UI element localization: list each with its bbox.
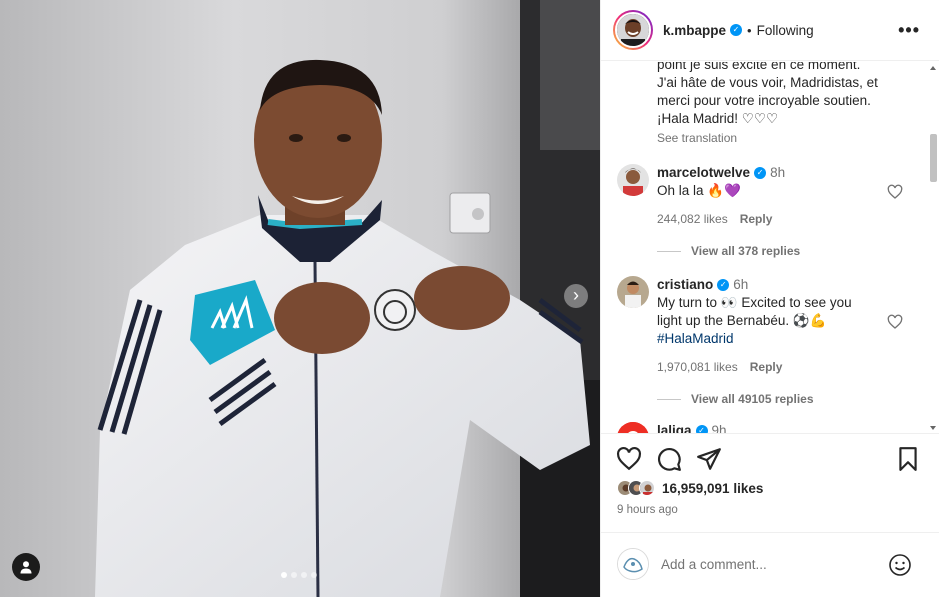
reply-divider [657, 250, 681, 252]
comment-text: My turn to 👀 Excited to see you [657, 295, 852, 310]
comment-meta: 244,082 likes Reply [657, 210, 887, 228]
comment-username[interactable]: marcelotwelve [657, 165, 750, 180]
carousel-indicator [281, 572, 317, 578]
post-timestamp[interactable]: 9 hours ago [617, 504, 678, 516]
view-replies-label: View all 378 replies [691, 244, 801, 258]
caption-line: ¡Hala Madrid! ♡♡♡ [657, 111, 779, 126]
comment-like-heart-icon[interactable] [887, 314, 903, 330]
comments-scrollbar[interactable] [928, 62, 938, 433]
hashtag-link[interactable]: #HalaMadrid [657, 330, 887, 348]
comment-username[interactable]: laliga [657, 423, 692, 433]
comment-text: light up the Bernabéu. ⚽💪 [657, 313, 827, 328]
view-replies-button[interactable]: View all 49105 replies [657, 392, 814, 406]
caption-line: J'ai hâte de vous voir, Madridistas, et [657, 75, 878, 90]
tagged-users-button[interactable] [12, 553, 40, 581]
next-image-button[interactable]: › [564, 284, 588, 308]
more-options-button[interactable]: ••• [898, 20, 920, 41]
comment-time[interactable]: 9h [712, 423, 727, 433]
commenter-avatar[interactable] [617, 164, 649, 196]
scroll-down-arrow-icon[interactable] [930, 426, 936, 430]
commenter-avatar[interactable] [617, 276, 649, 308]
liker-avatar [639, 480, 655, 496]
comment-body: marcelotwelve ✓ 8h Oh la la 🔥💜 244,082 lik… [657, 164, 887, 228]
comment-meta: 1,970,081 likes Reply [657, 358, 887, 376]
laliga-logo-icon [617, 422, 649, 433]
see-translation-link[interactable]: See translation [657, 129, 917, 147]
carousel-dot [291, 572, 297, 578]
paper-plane-icon[interactable] [696, 446, 722, 472]
post-actions [601, 446, 939, 474]
verified-badge-icon: ✓ [754, 167, 767, 180]
comment-time[interactable]: 6h [733, 277, 748, 292]
comment-text: Oh la la 🔥💜 [657, 183, 741, 198]
carousel-dot [301, 572, 307, 578]
scroll-up-arrow-icon[interactable] [930, 66, 936, 70]
comment-likes[interactable]: 1,970,081 likes [657, 360, 738, 374]
comment-body: laliga ✓ 9h [657, 422, 887, 433]
verified-badge-icon: ✓ [717, 279, 730, 292]
following-button[interactable]: Following [757, 23, 814, 38]
author-username[interactable]: k.mbappe [663, 23, 726, 38]
likes-count[interactable]: 16,959,091 likes [662, 481, 763, 496]
post-image[interactable]: › [0, 0, 600, 597]
emoji-icon[interactable] [888, 553, 912, 577]
commenter-avatar-image [617, 276, 649, 308]
caption-line: merci pour votre incroyable soutien. [657, 93, 871, 108]
view-replies-label: View all 49105 replies [691, 392, 814, 406]
commenter-avatar-image [617, 164, 649, 196]
current-user-avatar-image [618, 549, 648, 579]
likes-row: 16,959,091 likes [617, 480, 763, 496]
comment-like-heart-icon[interactable] [887, 184, 903, 200]
post-photo [0, 0, 600, 597]
author-avatar-image [617, 14, 649, 46]
post-caption: point je suis excité en ce moment. J'ai … [657, 62, 917, 147]
verified-badge-icon: ✓ [730, 24, 743, 36]
header-separator: • [747, 22, 752, 38]
comment-likes[interactable]: 244,082 likes [657, 212, 728, 226]
comment-input[interactable] [661, 553, 871, 575]
scrollbar-thumb[interactable] [930, 134, 937, 182]
carousel-dot [311, 572, 317, 578]
post-header: k.mbappe ✓ • Following ••• [601, 0, 939, 61]
view-replies-button[interactable]: View all 378 replies [657, 244, 800, 258]
author-avatar[interactable] [613, 10, 653, 50]
commenter-avatar[interactable] [617, 422, 649, 433]
reply-divider [657, 398, 681, 400]
current-user-avatar [617, 548, 649, 580]
reply-button[interactable]: Reply [740, 212, 773, 226]
heart-icon[interactable] [616, 446, 642, 472]
verified-badge-icon: ✓ [695, 425, 708, 433]
comment-time[interactable]: 8h [770, 165, 785, 180]
person-icon [20, 561, 32, 574]
add-comment-bar [601, 532, 939, 597]
post-details-panel: k.mbappe ✓ • Following ••• point je suis… [600, 0, 939, 597]
carousel-dot [281, 572, 287, 578]
caption-line: point je suis excité en ce moment. [657, 62, 861, 72]
comments-section[interactable]: point je suis excité en ce moment. J'ai … [601, 62, 939, 434]
bookmark-icon[interactable] [895, 446, 921, 472]
comment-body: cristiano ✓ 6h My turn to 👀 Excited to see… [657, 276, 887, 376]
reply-button[interactable]: Reply [750, 360, 783, 374]
comment-username[interactable]: cristiano [657, 277, 713, 292]
comment-icon[interactable] [656, 446, 682, 472]
